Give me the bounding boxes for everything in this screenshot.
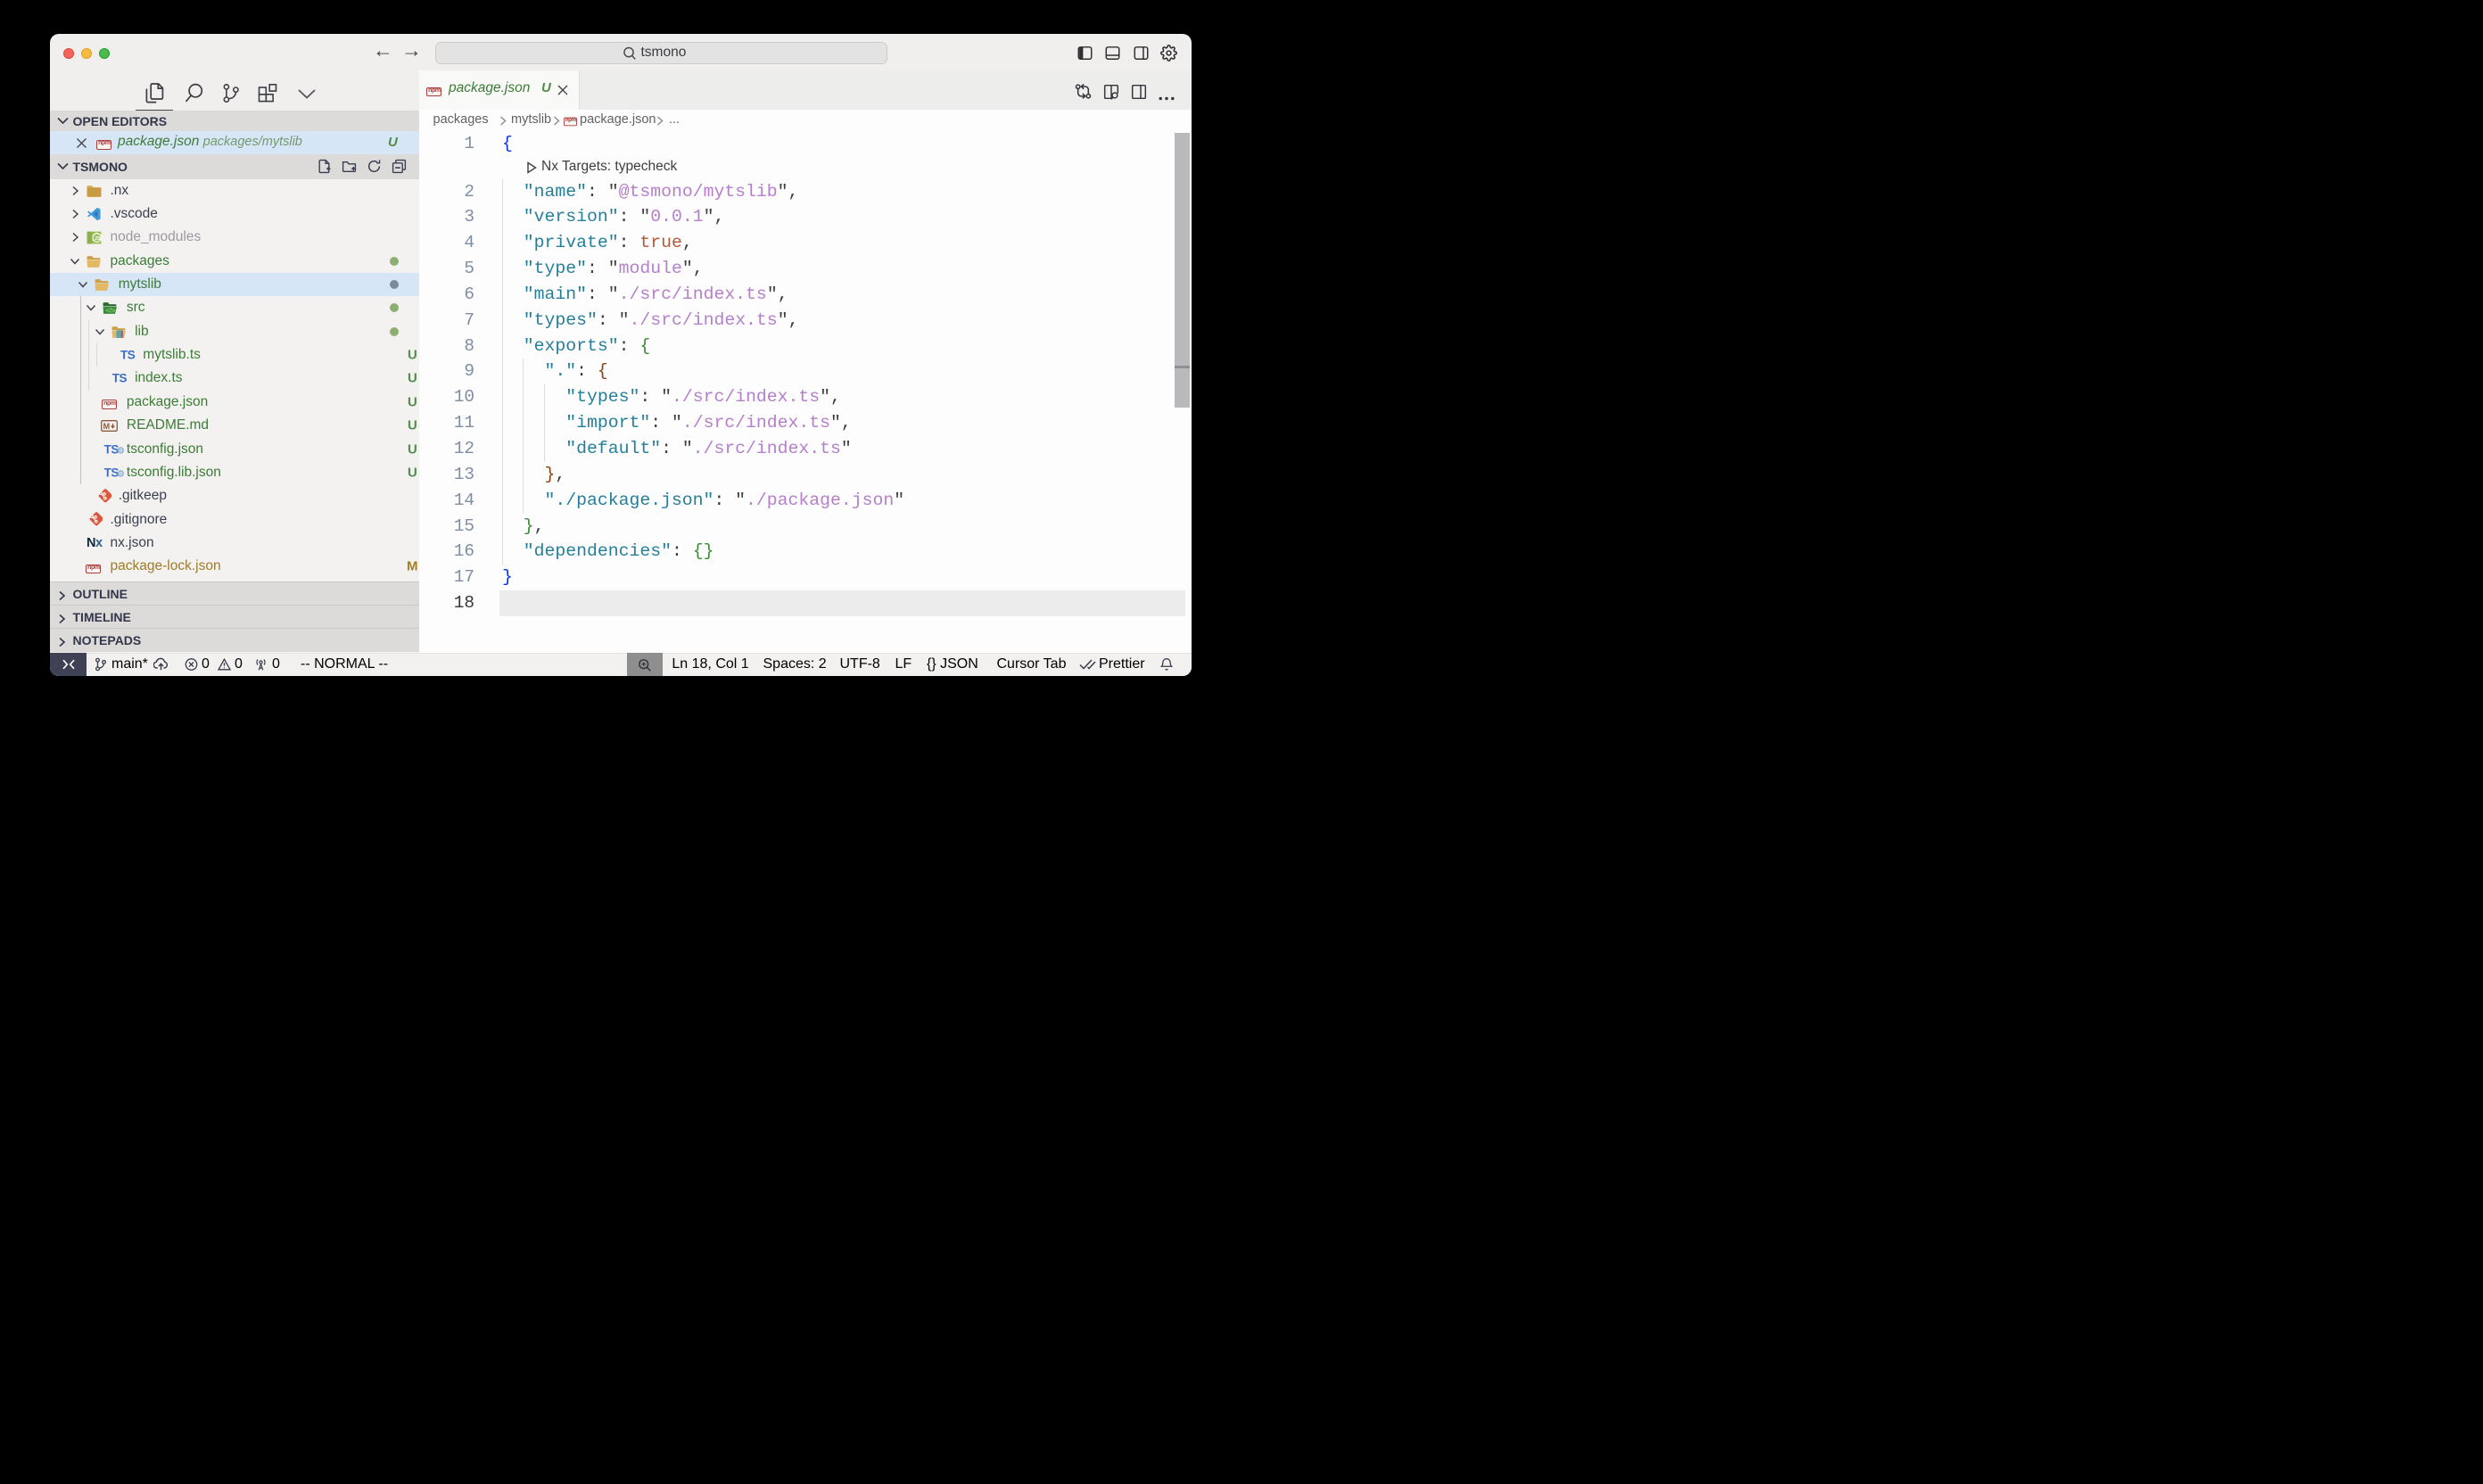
- svg-text:</>: </>: [106, 307, 116, 315]
- svg-text:M: M: [103, 422, 111, 431]
- svg-text:JS: JS: [95, 236, 101, 242]
